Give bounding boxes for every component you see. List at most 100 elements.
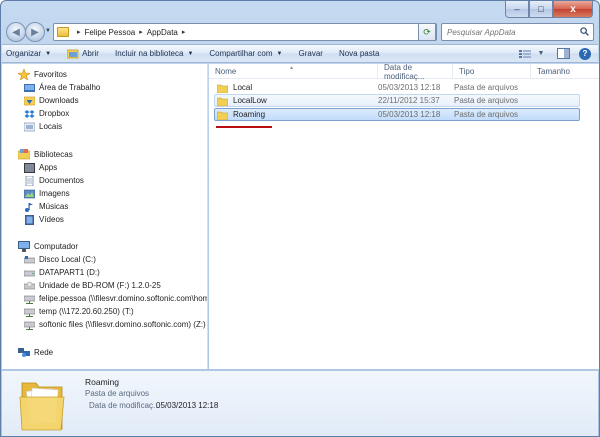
- breadcrumb-separator[interactable]: ▸: [139, 28, 143, 36]
- nav-item-drive-d[interactable]: DATAPART1 (D:): [24, 266, 100, 279]
- nav-item-label: Locais: [39, 122, 63, 131]
- nav-item-label: Dropbox: [39, 109, 70, 118]
- nav-item-recent-places[interactable]: Locais: [24, 120, 62, 133]
- chevron-down-icon: ▼: [187, 50, 194, 57]
- search-icon[interactable]: [580, 27, 589, 36]
- computer-icon: [18, 241, 30, 252]
- nav-item-desktop[interactable]: Área de Trabalho: [24, 81, 100, 94]
- folder-icon: [217, 97, 228, 106]
- nav-computer[interactable]: Computador: [18, 240, 78, 253]
- nav-item-music[interactable]: Músicas: [24, 200, 68, 213]
- file-type: Pasta de arquivos: [454, 110, 519, 119]
- nav-item-label: Disco Local (C:): [39, 255, 96, 264]
- nav-libraries[interactable]: Bibliotecas: [18, 148, 73, 161]
- nav-favorites[interactable]: Favoritos: [18, 68, 67, 81]
- preview-pane-button[interactable]: [556, 47, 570, 60]
- refresh-icon: ⟳: [423, 26, 431, 37]
- nav-item-dropbox[interactable]: Dropbox: [24, 107, 69, 120]
- search-box[interactable]: [441, 23, 594, 41]
- open-folder-icon: [67, 49, 79, 58]
- column-date[interactable]: Data de modificaç...: [378, 62, 453, 81]
- help-button[interactable]: ?: [578, 47, 592, 60]
- minimize-button[interactable]: –: [505, 1, 529, 18]
- hard-drive-icon: [24, 255, 35, 263]
- column-type[interactable]: Tipo: [453, 64, 531, 79]
- file-row-local[interactable]: Local 05/03/2013 12:18 Pasta de arquivos: [214, 81, 580, 94]
- back-button[interactable]: ◀: [6, 22, 26, 42]
- nav-item-apps[interactable]: Apps: [24, 161, 57, 174]
- explorer-window: – □ x ◀ ▶ ▼ ▸ Felipe Pessoa ▸ AppData ▸ …: [0, 0, 600, 437]
- column-headers: Nome ▲ Data de modificaç... Tipo Tamanho: [209, 62, 599, 81]
- share-menu[interactable]: Compartilhar com ▼: [201, 49, 290, 58]
- music-icon: [25, 202, 33, 212]
- nav-item-label: Área de Trabalho: [39, 83, 101, 92]
- file-row-locallow[interactable]: LocalLow 22/11/2012 15:37 Pasta de arqui…: [214, 94, 580, 107]
- breadcrumb-appdata[interactable]: AppData: [147, 28, 178, 37]
- column-name-label: Nome: [215, 67, 237, 76]
- network-drive-icon: [24, 321, 35, 330]
- maximize-button[interactable]: □: [529, 1, 553, 18]
- nav-item-drive-f[interactable]: Unidade de BD-ROM (F:) 1.2.0-25: [24, 279, 161, 292]
- file-date: 05/03/2013 12:18: [378, 83, 441, 92]
- nav-item-downloads[interactable]: Downloads: [24, 94, 79, 107]
- address-bar[interactable]: ▸ Felipe Pessoa ▸ AppData ▸ ▼: [53, 23, 437, 41]
- optical-drive-icon: [24, 281, 35, 289]
- folder-icon: [217, 84, 228, 93]
- organize-menu[interactable]: Organizar ▼: [2, 49, 59, 58]
- search-input[interactable]: [447, 27, 577, 37]
- nav-favorites-label: Favoritos: [34, 70, 67, 79]
- sort-ascending-icon: ▲: [289, 65, 294, 71]
- nav-item-documents[interactable]: Documentos: [24, 174, 84, 187]
- nav-item-videos[interactable]: Vídeos: [24, 213, 64, 226]
- view-options-dropdown[interactable]: ▼: [534, 47, 548, 60]
- burn-button[interactable]: Gravar: [291, 49, 331, 58]
- organize-label: Organizar: [6, 49, 42, 58]
- chevron-down-icon: ▼: [45, 50, 52, 57]
- column-name[interactable]: Nome ▲: [209, 64, 378, 79]
- downloads-icon: [24, 96, 35, 105]
- file-type: Pasta de arquivos: [454, 96, 519, 105]
- nav-item-pictures[interactable]: Imagens: [24, 187, 70, 200]
- open-button[interactable]: Abrir: [59, 49, 107, 59]
- change-view-button[interactable]: [518, 47, 532, 60]
- recent-pages-dropdown[interactable]: ▼: [45, 28, 51, 34]
- folder-large-icon: [19, 382, 65, 431]
- nav-item-label: felipe.pessoa (\\filesvr.domino.softonic…: [39, 294, 208, 303]
- breadcrumb-separator[interactable]: ▸: [182, 28, 186, 36]
- burn-label: Gravar: [298, 49, 323, 58]
- column-date-label: Data de modificaç...: [384, 62, 425, 81]
- libraries-icon: [18, 149, 30, 160]
- close-button[interactable]: x: [553, 1, 593, 18]
- include-library-menu[interactable]: Incluir na biblioteca ▼: [107, 49, 201, 58]
- breadcrumb-user[interactable]: Felipe Pessoa: [85, 28, 136, 37]
- nav-network[interactable]: Rede: [18, 346, 53, 359]
- network-icon: [18, 348, 30, 357]
- apps-library-icon: [24, 162, 35, 173]
- breadcrumb-separator[interactable]: ▸: [77, 28, 81, 36]
- nav-item-drive-c[interactable]: Disco Local (C:): [24, 253, 96, 266]
- nav-item-label: DATAPART1 (D:): [39, 268, 100, 277]
- file-date: 05/03/2013 12:18: [378, 110, 441, 119]
- nav-item-network-home[interactable]: felipe.pessoa (\\filesvr.domino.softonic…: [24, 292, 208, 305]
- network-drive-icon: [24, 295, 35, 304]
- documents-icon: [25, 175, 34, 186]
- navigation-bar: ◀ ▶ ▼ ▸ Felipe Pessoa ▸ AppData ▸ ▼ ⟳: [1, 20, 599, 44]
- nav-item-network-temp[interactable]: temp (\\172.20.60.250) (T:): [24, 305, 134, 318]
- details-pane: Roaming Pasta de arquivos Data de modifi…: [2, 370, 598, 436]
- highlight-underline: [216, 126, 272, 128]
- forward-button[interactable]: ▶: [25, 22, 45, 42]
- details-type: Pasta de arquivos: [85, 389, 150, 398]
- nav-libraries-label: Bibliotecas: [34, 150, 73, 159]
- nav-item-label: Downloads: [39, 96, 79, 105]
- desktop-icon: [24, 83, 35, 92]
- refresh-button[interactable]: ⟳: [418, 23, 436, 41]
- file-row-roaming[interactable]: Roaming 05/03/2013 12:18 Pasta de arquiv…: [214, 108, 580, 121]
- preview-pane-icon: [556, 48, 570, 59]
- column-size[interactable]: Tamanho: [531, 64, 599, 79]
- nav-item-network-files[interactable]: softonic files (\\filesvr.domino.softoni…: [24, 318, 206, 331]
- nav-item-label: Documentos: [39, 176, 84, 185]
- nav-item-label: Imagens: [39, 189, 70, 198]
- pictures-icon: [24, 189, 35, 198]
- new-folder-button[interactable]: Nova pasta: [331, 49, 387, 58]
- details-name: Roaming: [85, 377, 120, 387]
